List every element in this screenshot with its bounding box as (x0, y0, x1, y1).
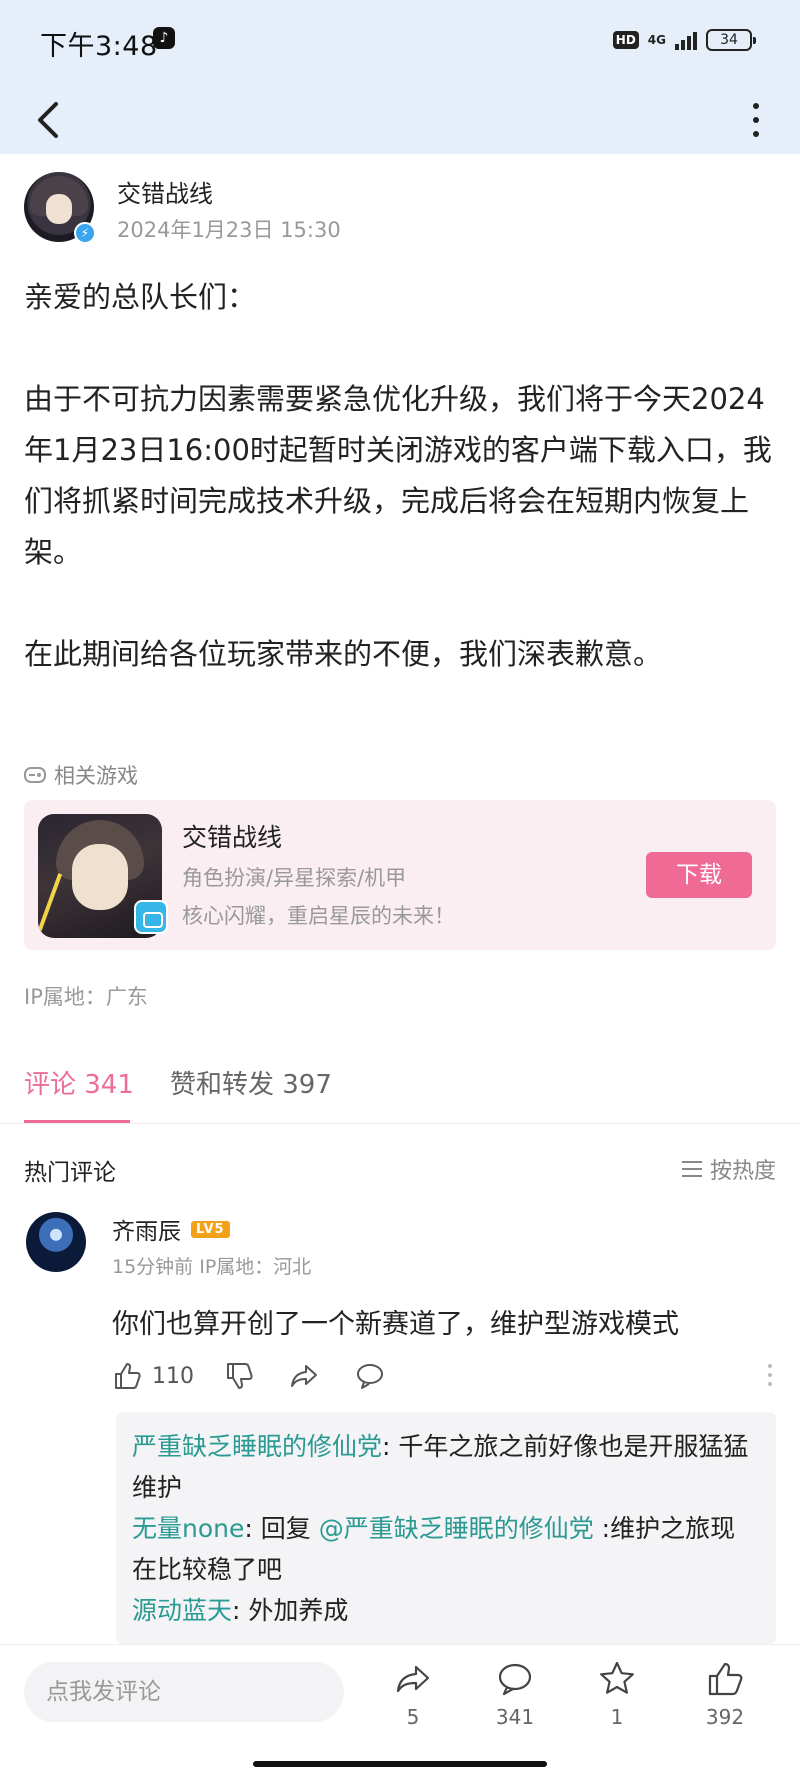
game-name: 交错战线 (182, 823, 283, 852)
commenter-avatar[interactable] (26, 1212, 86, 1272)
post-paragraph: 由于不可抗力因素需要紧急优化升级，我们将于今天2024年1月23日16:00时起… (24, 382, 772, 569)
status-time: 下午3:48 (40, 31, 158, 62)
reply-username[interactable]: 源动蓝天 (132, 1596, 232, 1625)
app-bar (0, 86, 800, 154)
author-avatar[interactable]: ⚡ (24, 172, 96, 244)
comment-count: 341 (495, 1705, 535, 1729)
comment-input[interactable]: 点我发评论 (24, 1662, 344, 1722)
back-arrow-icon (38, 102, 58, 138)
hot-comments-title: 热门评论 (24, 1160, 116, 1186)
game-tags: 角色扮演/异星探索/机甲 (182, 866, 407, 890)
comment-like-count: 110 (152, 1363, 194, 1389)
signal-icon (675, 30, 697, 50)
commenter-name-row: 齐雨辰 LV5 (112, 1212, 230, 1246)
status-bar: 下午3:48 ♪ HD 4G 34 (0, 0, 800, 86)
star-icon (600, 1661, 634, 1694)
tab-likes-shares[interactable]: 赞和转发 397 (170, 1064, 332, 1101)
comment-icon (498, 1663, 532, 1696)
tiktok-notification-icon: ♪ (153, 27, 175, 49)
thumbs-down-icon (227, 1363, 253, 1389)
reply-username[interactable]: 无量none (132, 1514, 244, 1543)
share-count: 5 (406, 1705, 420, 1729)
thumbs-up-icon (708, 1662, 743, 1696)
comment-actions: 110 (112, 1360, 772, 1400)
post-paragraph: 亲爱的总队长们： (24, 280, 257, 314)
comment-like-button[interactable]: 110 (112, 1360, 194, 1392)
commenter-name[interactable]: 齐雨辰 (112, 1212, 181, 1246)
like-count: 392 (705, 1705, 745, 1729)
tab-comments[interactable]: 评论 341 (24, 1064, 134, 1101)
network-type-label: 4G (647, 33, 666, 47)
author-name[interactable]: 交错战线 (117, 174, 213, 209)
like-button[interactable]: 392 (690, 1659, 760, 1729)
status-indicators: HD 4G 34 (612, 29, 756, 51)
comment-button[interactable]: 341 (480, 1659, 550, 1729)
download-button[interactable]: 下载 (646, 852, 752, 898)
favorite-count: 1 (610, 1705, 624, 1729)
bilibili-icon (134, 900, 168, 934)
level-badge: LV5 (191, 1220, 230, 1238)
home-indicator[interactable] (253, 1761, 547, 1767)
related-games-label: 相关游戏 (24, 760, 138, 790)
post-body: 亲爱的总队长们： 由于不可抗力因素需要紧急优化升级，我们将于今天2024年1月2… (24, 272, 780, 680)
verified-badge-icon: ⚡ (74, 222, 96, 244)
reply-item: 无量none: 回复 @严重缺乏睡眠的修仙党 :维护之旅现在比较稳了吧 (132, 1514, 736, 1584)
hd-icon: HD (612, 31, 639, 49)
sort-button[interactable]: 按热度 (681, 1153, 776, 1185)
replies-box[interactable]: 严重缺乏睡眠的修仙党: 千年之旅之前好像也是开服猛猛维护 无量none: 回复 … (116, 1412, 776, 1644)
battery-icon: 34 (706, 29, 756, 51)
post-timestamp: 2024年1月23日 15:30 (117, 218, 341, 242)
share-button[interactable]: 5 (378, 1659, 448, 1729)
reply-username[interactable]: 严重缺乏睡眠的修仙党 (132, 1432, 382, 1461)
gamepad-icon (24, 767, 46, 783)
thumbs-up-icon (115, 1363, 141, 1389)
share-arrow-icon (291, 1365, 317, 1387)
post-paragraph: 在此期间给各位玩家带来的不便，我们深表歉意。 (24, 637, 663, 671)
more-options-button[interactable] (736, 96, 776, 144)
share-icon (396, 1665, 430, 1693)
reply-text: 外加养成 (248, 1596, 349, 1625)
back-button[interactable] (28, 98, 72, 142)
comment-share-button[interactable] (288, 1360, 320, 1392)
tab-bar: 评论 341 赞和转发 397 (0, 1050, 800, 1124)
related-game-card[interactable]: 交错战线 角色扮演/异星探索/机甲 核心闪耀，重启星辰的未来！ 下载 (24, 800, 776, 950)
active-tab-indicator (24, 1120, 130, 1123)
reply-item: 严重缺乏睡眠的修仙党: 千年之旅之前好像也是开服猛猛维护 (132, 1432, 749, 1502)
comment-text: 你们也算开创了一个新赛道了，维护型游戏模式 (112, 1309, 679, 1340)
chat-bubble-icon (357, 1364, 383, 1389)
comment-reply-button[interactable] (354, 1360, 386, 1392)
reply-item: 源动蓝天: 外加养成 (132, 1596, 349, 1625)
comment-meta: 15分钟前 IP属地：河北 (112, 1256, 312, 1278)
favorite-button[interactable]: 1 (582, 1659, 652, 1729)
bottom-bar: 点我发评论 5 341 1 392 (0, 1644, 800, 1777)
comment-dislike-button[interactable] (224, 1360, 256, 1392)
sort-icon (681, 1161, 702, 1177)
game-slogan: 核心闪耀，重启星辰的未来！ (182, 904, 455, 928)
reply-mention[interactable]: @严重缺乏睡眠的修仙党 (319, 1514, 594, 1543)
ip-location: IP属地：广东 (24, 985, 148, 1009)
comment-more-button[interactable] (768, 1364, 772, 1386)
